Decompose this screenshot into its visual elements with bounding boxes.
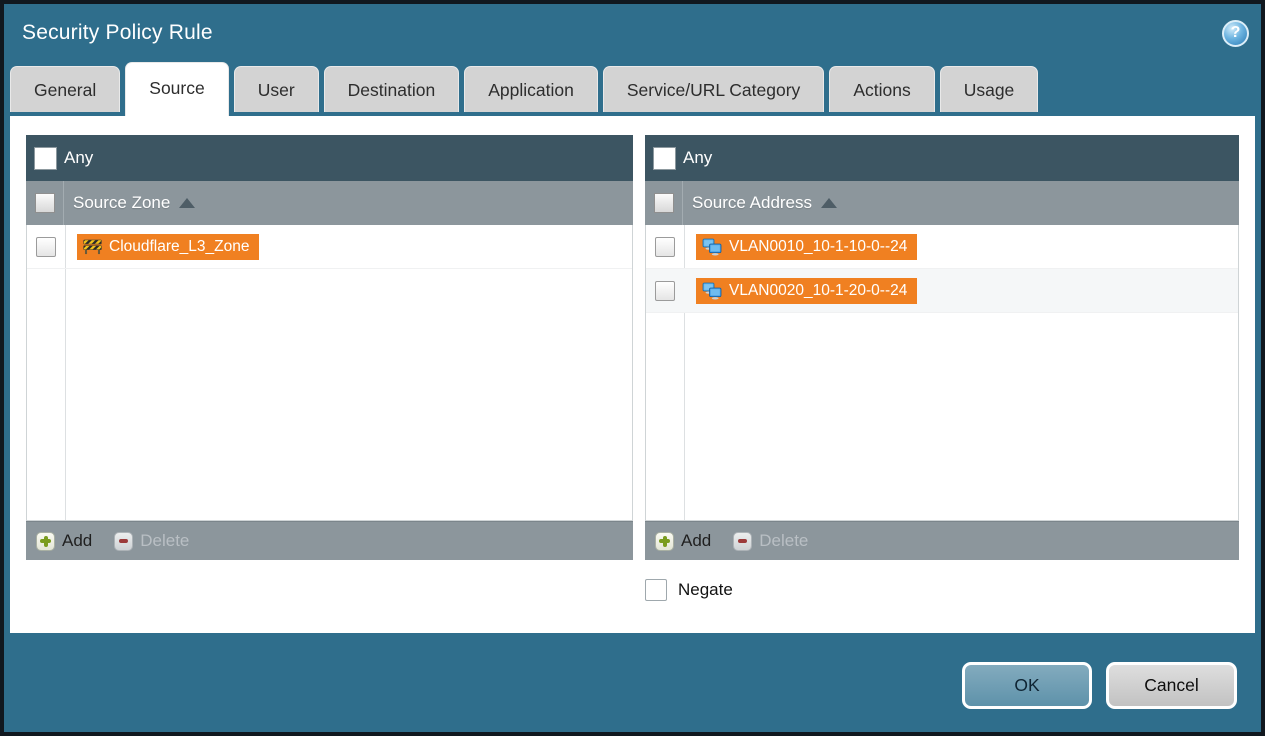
tab-service-url-category[interactable]: Service/URL Category — [602, 66, 825, 112]
address-name: VLAN0010_10-1-10-0--24 — [729, 237, 908, 255]
title-bar: Security Policy Rule ? — [4, 4, 1261, 62]
negate-checkbox[interactable] — [645, 579, 667, 601]
security-policy-rule-dialog: Security Policy Rule ? General Source Us… — [0, 0, 1265, 736]
tab-destination[interactable]: Destination — [323, 66, 460, 112]
delete-button[interactable]: Delete — [733, 531, 808, 551]
minus-icon — [733, 531, 753, 551]
any-label: Any — [64, 148, 94, 167]
source-zone-any-checkbox[interactable] — [33, 146, 57, 170]
delete-button[interactable]: Delete — [114, 531, 189, 551]
select-all-cell — [645, 181, 683, 225]
tab-user[interactable]: User — [233, 66, 319, 112]
source-zone-footer: Add Delete — [26, 521, 633, 560]
dialog-footer: OK Cancel — [4, 633, 1261, 732]
panels-container: Any Source Zone Cloudflare_L3_Zone Add D… — [26, 135, 1239, 560]
source-address-list: VLAN0010_10-1-10-0--24 VLAN0020_10-1-20-… — [645, 225, 1239, 521]
source-zone-list: Cloudflare_L3_Zone — [26, 225, 633, 521]
any-checkbox-cell — [645, 135, 683, 181]
negate-label: Negate — [678, 580, 733, 599]
negate-row: Negate — [645, 579, 1239, 601]
any-checkbox-cell — [26, 135, 64, 181]
minus-icon — [114, 531, 134, 551]
source-zone-any-row: Any — [26, 135, 633, 181]
source-tab-content: Any Source Zone Cloudflare_L3_Zone Add D… — [10, 116, 1255, 633]
source-address-any-row: Any — [645, 135, 1239, 181]
address-name: VLAN0020_10-1-20-0--24 — [729, 281, 908, 299]
plus-icon — [655, 531, 674, 551]
add-button[interactable]: Add — [655, 531, 711, 551]
tab-application[interactable]: Application — [464, 66, 598, 112]
zone-tag[interactable]: Cloudflare_L3_Zone — [77, 233, 260, 260]
dialog-title: Security Policy Rule — [22, 21, 213, 44]
row-checkbox-cell — [646, 225, 684, 268]
source-address-footer: Add Delete — [645, 521, 1239, 560]
row-checkbox[interactable] — [36, 236, 56, 257]
table-row[interactable]: VLAN0020_10-1-20-0--24 — [646, 269, 1238, 313]
ok-button[interactable]: OK — [962, 662, 1092, 709]
delete-label: Delete — [759, 531, 809, 550]
source-zone-column-header[interactable]: Source Zone — [26, 181, 633, 225]
network-hosts-icon — [702, 282, 722, 300]
zone-barrier-icon — [83, 239, 102, 255]
column-title: Source Address — [692, 193, 813, 212]
row-checkbox-cell — [646, 269, 684, 312]
source-zone-select-all-checkbox[interactable] — [34, 193, 55, 213]
source-address-column-header[interactable]: Source Address — [645, 181, 1239, 225]
tab-bar: General Source User Destination Applicat… — [4, 62, 1261, 116]
zone-name: Cloudflare_L3_Zone — [109, 237, 250, 255]
row-checkbox[interactable] — [655, 236, 675, 257]
delete-label: Delete — [140, 531, 190, 550]
table-row[interactable]: Cloudflare_L3_Zone — [27, 225, 632, 269]
tab-general[interactable]: General — [10, 66, 121, 112]
source-address-select-all-checkbox[interactable] — [653, 193, 674, 213]
select-all-cell — [26, 181, 64, 225]
cancel-button[interactable]: Cancel — [1106, 662, 1237, 709]
source-zone-panel: Any Source Zone Cloudflare_L3_Zone Add D… — [26, 135, 633, 560]
add-label: Add — [62, 531, 93, 550]
sort-ascending-icon — [179, 198, 196, 208]
add-button[interactable]: Add — [36, 531, 92, 551]
column-title: Source Zone — [73, 193, 171, 212]
row-checkbox[interactable] — [655, 280, 675, 301]
tab-source[interactable]: Source — [125, 62, 229, 116]
help-icon[interactable]: ? — [1222, 19, 1249, 47]
plus-icon — [36, 531, 55, 551]
source-address-any-checkbox[interactable] — [652, 146, 676, 170]
address-tag[interactable]: VLAN0010_10-1-10-0--24 — [696, 233, 918, 260]
any-label: Any — [683, 148, 713, 167]
network-hosts-icon — [702, 238, 722, 256]
row-checkbox-cell — [27, 225, 65, 268]
tab-usage[interactable]: Usage — [939, 66, 1039, 112]
sort-ascending-icon — [821, 198, 838, 208]
source-address-panel: Any Source Address VLAN0010_10-1-10-0--2… — [645, 135, 1239, 560]
add-label: Add — [681, 531, 712, 550]
table-row[interactable]: VLAN0010_10-1-10-0--24 — [646, 225, 1238, 269]
tab-actions[interactable]: Actions — [829, 66, 935, 112]
address-tag[interactable]: VLAN0020_10-1-20-0--24 — [696, 277, 918, 304]
